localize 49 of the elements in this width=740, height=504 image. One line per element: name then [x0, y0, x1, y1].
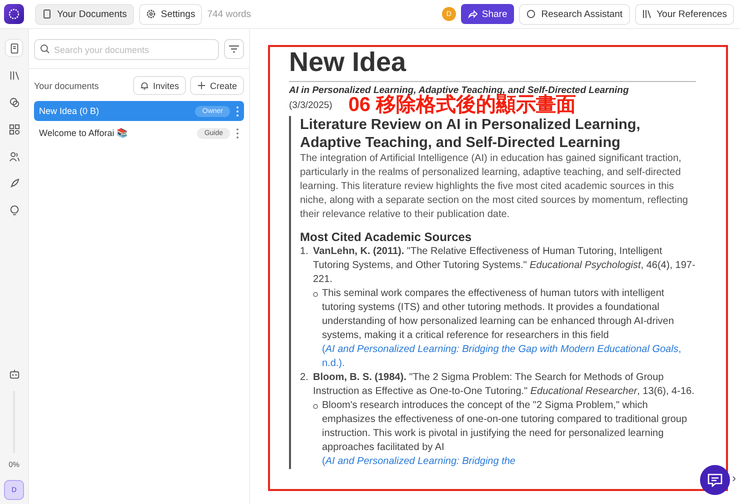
search-field[interactable]: Search your documents — [34, 39, 219, 60]
section-heading: Literature Review on AI in Personalized Learning, Adaptive Teaching, and Self-Directed Learning — [300, 116, 642, 152]
plus-icon — [196, 81, 206, 90]
document-name: Welcome to Afforai 📚 — [39, 128, 129, 138]
word-count: 744 words — [207, 8, 252, 20]
create-button[interactable]: Create — [190, 76, 244, 95]
intro-paragraph: The integration of Artificial Intelligence (AI) in education has gained significant traction, particularly in the realms of personalized learning, adaptive teaching, and self-directed learning. This literature review highlights the five most cited academic sources in this niche, along with a separate section on the most cited sources by momentum, reflecting their relevance relative to their publication date. — [300, 152, 689, 222]
document-icon — [42, 9, 52, 19]
top-tab[interactable]: Settings — [138, 4, 202, 24]
subsection-heading: Most Cited Academic Sources — [300, 230, 473, 244]
bell-icon — [140, 81, 149, 90]
annotation-caption: 06 移除格式後的顯示畫面 — [348, 94, 576, 116]
reference-note: Bloom's research introduces the concept of the "2 Sigma Problem," which emphasizes the effectiveness of one-on-one tutoring compared to traditional group instruction. This work is pivotal in justifying the need for personalized learning approaches facilitated by AI (AI and Personalized Learning: Bridging the — [322, 399, 696, 469]
document-title: New Idea — [289, 47, 696, 82]
toolbar-button[interactable]: Research Assistant — [519, 4, 630, 24]
books-icon — [642, 9, 652, 19]
bullet-icon — [313, 292, 318, 297]
rail-nav-button[interactable] — [6, 40, 22, 56]
bulb-icon — [8, 204, 20, 216]
toolbar-button[interactable]: Your References — [634, 4, 734, 24]
invites-button[interactable]: Invites — [132, 76, 186, 95]
gear-icon — [146, 9, 156, 19]
app-logo-icon[interactable] — [4, 4, 24, 24]
share-button[interactable]: Share — [460, 4, 514, 24]
document-icon — [8, 42, 20, 54]
reference-note: This seminal work compares the effectiveness of human tutors with intelligent tutoring systems (ITS) and other tutoring methods. It provides a foundational understanding of how personalized learning can be enhanced through AI-driven systems, making it a critical reference for researchers in this field (AI and Personalized Learning: Bridging the Gap with Modern Educational Goals, n.d.). — [322, 287, 696, 371]
bullet-icon — [313, 404, 318, 409]
share-icon — [468, 9, 478, 19]
documents-heading: Your documents — [34, 80, 100, 90]
reference-entry: VanLehn, K. (2011). "The Relative Effectiveness of Human Tutoring, Intelligent Tutoring Systems, and Other Tutoring Systems." Educational Psychologist, 46(4), 197-221. — [313, 245, 696, 287]
more-icon[interactable] — [236, 128, 239, 138]
citation-link[interactable]: (AI and Personalized Learning: Bridging the — [322, 455, 696, 469]
chat-button[interactable] — [700, 465, 730, 495]
search-icon — [40, 44, 50, 54]
grid-icon — [8, 124, 20, 134]
more-icon[interactable] — [236, 106, 239, 116]
robot-icon[interactable] — [8, 369, 20, 380]
document-name: New Idea (0 B) — [39, 106, 100, 116]
library-icon — [8, 70, 20, 80]
list-number: 2. — [300, 371, 310, 385]
filter-icon — [229, 45, 239, 53]
top-tab[interactable]: Your Documents — [35, 4, 134, 24]
filter-button[interactable] — [224, 39, 244, 59]
document-date: (3/3/2025) — [289, 100, 332, 110]
citation-link[interactable]: (AI and Personalized Learning: Bridging the Gap with Modern Educational Goals, n.d.). — [322, 343, 696, 371]
list-number: 1. — [300, 245, 310, 259]
users-icon — [8, 150, 20, 162]
collapse-toggle[interactable]: › — [732, 471, 736, 485]
reference-entry: Bloom, B. S. (1984). "The 2 Sigma Problem: The Search for Methods of Group Instruction as Effective as One-to-One Tutoring." Educational Researcher, 13(6), 4-16. — [313, 371, 696, 399]
